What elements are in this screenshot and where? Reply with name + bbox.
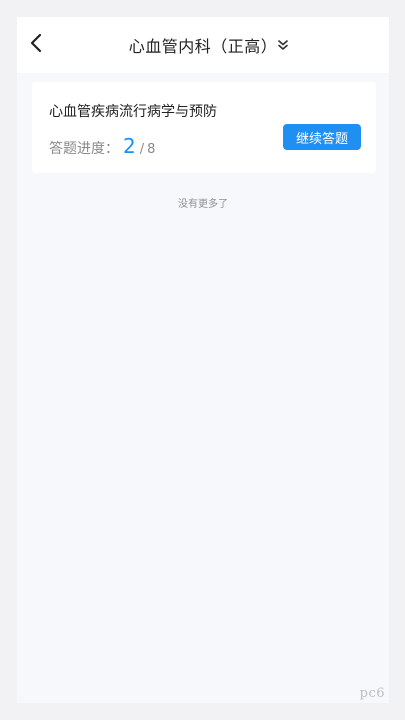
watermark-logo: pc6 <box>359 686 385 701</box>
no-more-text: 没有更多了 <box>178 199 228 210</box>
continue-answering-button[interactable]: 继续答题 <box>283 124 361 150</box>
app-screen: 心血管内科（正高） 心血管疾病流行病学与预防 答题进度： 2 / 8 继续答题 … <box>17 17 389 703</box>
double-chevron-down-icon <box>277 36 289 55</box>
progress-separator: / <box>139 142 145 157</box>
progress-total: 8 <box>147 142 156 157</box>
top-nav-bar: 心血管内科（正高） <box>17 17 389 73</box>
answer-progress: 答题进度： 2 / 8 <box>49 134 155 158</box>
chapter-card[interactable]: 心血管疾病流行病学与预防 答题进度： 2 / 8 继续答题 <box>32 82 376 173</box>
progress-label: 答题进度： <box>49 141 119 157</box>
back-button[interactable] <box>23 32 49 58</box>
chapter-title: 心血管疾病流行病学与预防 <box>49 104 217 120</box>
chevron-left-icon <box>29 33 43 57</box>
subject-switch-button[interactable] <box>275 37 291 53</box>
page-title: 心血管内科（正高） <box>128 37 278 56</box>
progress-current: 2 <box>123 134 136 158</box>
